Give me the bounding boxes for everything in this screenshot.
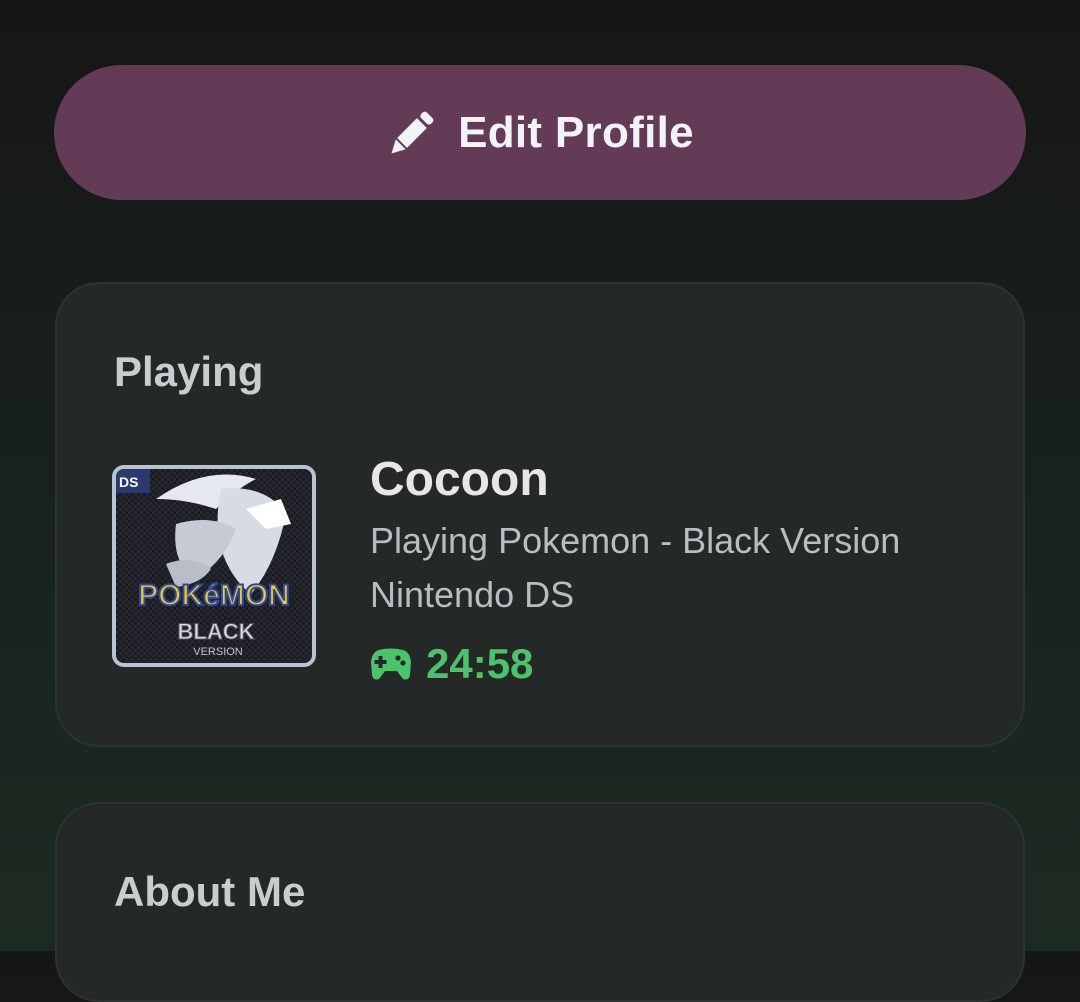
game-state-text: Playing Pokemon - Black Version — [370, 520, 901, 561]
game-title: Cocoon — [370, 453, 549, 506]
about-me-title: About Me — [114, 868, 306, 915]
cover-edition-text: BLACK — [178, 619, 255, 644]
cover-badge-text: DS — [119, 474, 138, 490]
cover-logo-text: POKéMON — [138, 579, 290, 612]
about-me-card: About Me — [55, 802, 1025, 1002]
game-cover-art[interactable]: DS POKéMON BLACK VERSION — [112, 465, 316, 667]
elapsed-time: 24:58 — [426, 640, 534, 687]
game-platform-text: Nintendo DS — [370, 574, 575, 615]
edit-profile-label: Edit Profile — [458, 107, 694, 157]
gamepad-icon — [371, 648, 411, 680]
pencil-icon — [391, 111, 434, 154]
cover-version-text: VERSION — [193, 646, 243, 658]
play-timer: 24:58 — [370, 640, 533, 688]
edit-profile-button[interactable]: Edit Profile — [54, 65, 1026, 200]
playing-card: Playing DS POKéMON BLACK VERSION Cocoon — [55, 282, 1025, 747]
playing-section-title: Playing — [114, 348, 264, 395]
